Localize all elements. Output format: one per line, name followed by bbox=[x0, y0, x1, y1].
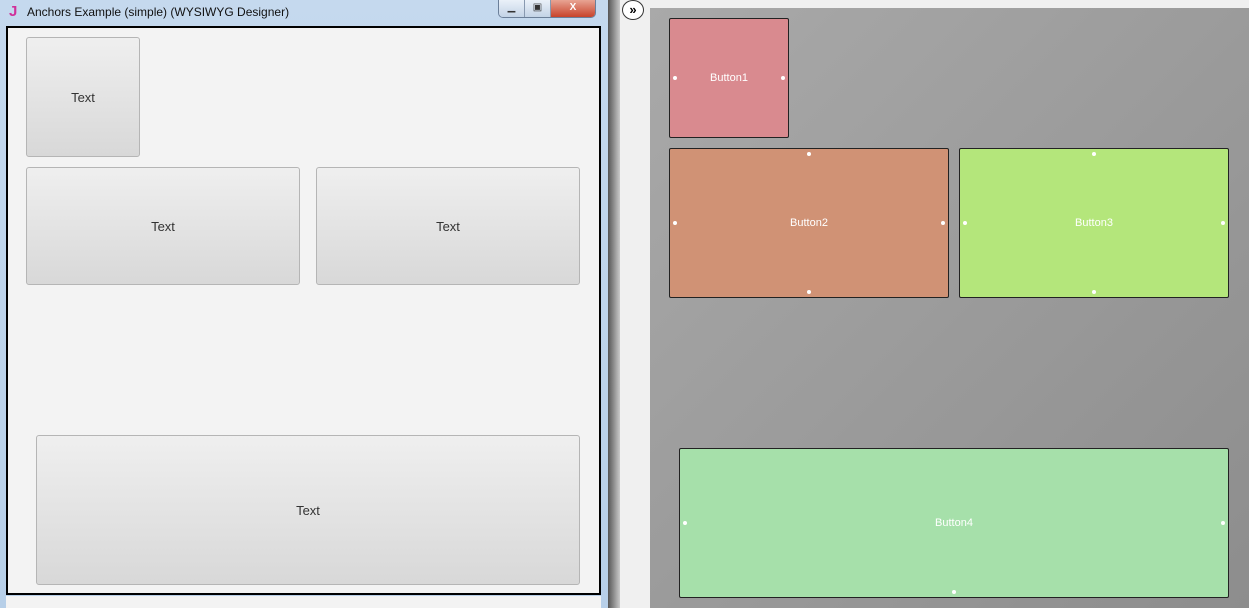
status-area bbox=[6, 596, 601, 608]
maximize-button[interactable]: ▣ bbox=[525, 0, 551, 17]
title-bar[interactable]: J Anchors Example (simple) (WYSIWYG Desi… bbox=[0, 0, 608, 24]
preview-button-3[interactable]: Text bbox=[316, 167, 580, 285]
minimize-button[interactable]: ▁ bbox=[499, 0, 525, 17]
button-label: Button3 bbox=[1075, 217, 1113, 229]
button-label: Button2 bbox=[790, 217, 828, 229]
designer-button-3[interactable]: Button3 bbox=[959, 148, 1229, 298]
designer-button-4[interactable]: Button4 bbox=[679, 448, 1229, 598]
designer-button-2[interactable]: Button2 bbox=[669, 148, 949, 298]
designer-button-1[interactable]: Button1 bbox=[669, 18, 789, 138]
window-title: Anchors Example (simple) (WYSIWYG Design… bbox=[27, 5, 290, 19]
side-panel bbox=[620, 0, 650, 608]
collapse-panel-icon[interactable]: » bbox=[622, 0, 644, 20]
preview-button-1[interactable]: Text bbox=[26, 37, 140, 157]
preview-window: J Anchors Example (simple) (WYSIWYG Desi… bbox=[0, 0, 608, 608]
button-label: Button1 bbox=[710, 72, 748, 84]
app-icon: J bbox=[9, 3, 18, 20]
preview-button-4[interactable]: Text bbox=[36, 435, 580, 585]
close-button[interactable]: X bbox=[551, 0, 595, 17]
preview-button-2[interactable]: Text bbox=[26, 167, 300, 285]
button-label: Button4 bbox=[935, 517, 973, 529]
